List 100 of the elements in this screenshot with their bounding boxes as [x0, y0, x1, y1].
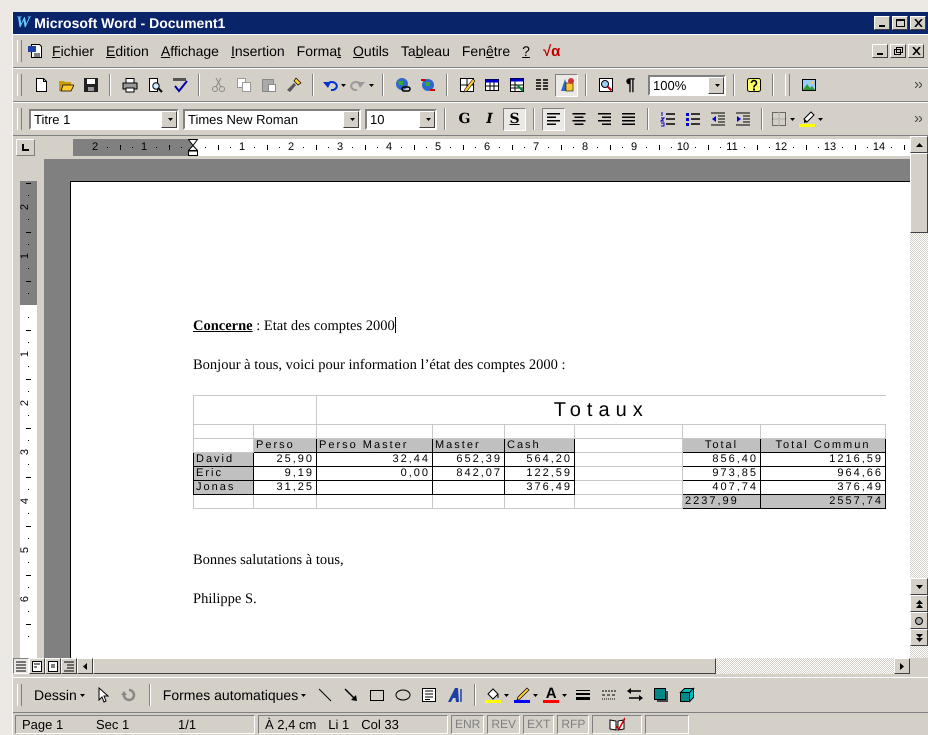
equation-editor-button[interactable]: √α [536, 42, 566, 60]
menu-item[interactable]: Edition [101, 41, 156, 61]
numbered-list-icon[interactable] [660, 111, 676, 127]
help-icon[interactable] [746, 77, 762, 93]
menu-item[interactable]: Tableau [396, 41, 457, 61]
document-page[interactable] [70, 181, 910, 658]
scroll-left-icon[interactable] [83, 662, 87, 670]
globe-link-icon[interactable] [394, 77, 410, 93]
italic-button[interactable]: I [478, 108, 501, 130]
bulleted-list-icon[interactable] [684, 111, 700, 127]
bold-button[interactable]: G [453, 108, 476, 130]
align-left-icon[interactable] [546, 111, 562, 127]
lines-icon[interactable] [16, 660, 26, 672]
restore-button[interactable] [890, 44, 906, 58]
caret-icon[interactable] [80, 694, 85, 696]
outline-view-button[interactable] [61, 658, 77, 674]
page-icon[interactable] [48, 660, 58, 672]
menu-item[interactable]: Outils [348, 41, 396, 61]
ellipse-icon[interactable] [394, 687, 411, 703]
menu-item[interactable]: Fenêtre [456, 41, 518, 61]
restore-icon[interactable] [894, 47, 902, 55]
print-preview-icon[interactable] [146, 77, 162, 93]
shapes-button[interactable] [555, 74, 578, 96]
caret-icon[interactable] [426, 118, 431, 120]
arrow-style-icon[interactable] [626, 687, 643, 703]
font-field[interactable]: Times New Roman [183, 108, 361, 130]
maximize-button[interactable] [892, 16, 908, 30]
caret-icon[interactable] [790, 118, 795, 120]
tab-stop-icon[interactable] [22, 144, 30, 151]
pen-color-icon[interactable] [514, 687, 530, 703]
menu-item[interactable]: Format [292, 41, 348, 61]
arrow-icon[interactable] [342, 687, 359, 703]
close-button[interactable] [908, 44, 924, 58]
vertical-scrollbar[interactable] [910, 136, 928, 658]
decrease-indent-icon[interactable] [710, 111, 726, 127]
justify-icon[interactable] [620, 111, 636, 127]
autoshapes-menu-button[interactable]: Formes automatiques [158, 684, 310, 706]
toolbar-handle[interactable] [785, 74, 790, 96]
zoom-field[interactable]: 100% [648, 74, 726, 96]
caret-icon[interactable] [533, 694, 538, 696]
globe-arrows-icon[interactable] [420, 77, 436, 93]
scroll-down-icon[interactable] [916, 584, 922, 588]
caret-icon[interactable] [818, 118, 823, 120]
scroll-right-icon[interactable] [900, 662, 904, 670]
align-center-icon[interactable] [570, 111, 586, 127]
show-marks-button[interactable]: ¶ [619, 74, 642, 96]
caret-icon[interactable] [504, 694, 510, 696]
cube-icon[interactable] [678, 687, 695, 703]
toolbar-handle[interactable] [17, 40, 22, 62]
caret-icon[interactable] [562, 694, 568, 696]
copy-icon[interactable] [236, 77, 252, 93]
horizontal-scrollbar[interactable] [93, 658, 894, 674]
vertical-ruler[interactable]: 2 1 1 2 3 4 5 6 [20, 181, 37, 658]
close-icon[interactable] [912, 47, 920, 55]
menu-item[interactable]: Affichage [156, 41, 226, 61]
underline-button[interactable]: S [503, 108, 526, 130]
page-icon[interactable] [32, 660, 42, 672]
menu-item[interactable]: ? [517, 41, 537, 61]
line-style-icon[interactable] [574, 687, 591, 703]
overflow-chevron-icon[interactable] [915, 82, 922, 88]
align-left-button[interactable] [542, 108, 565, 130]
scroll-thumb[interactable] [910, 153, 928, 233]
minimize-button[interactable] [874, 16, 890, 30]
outline-icon[interactable] [64, 660, 74, 672]
minimize-button[interactable] [872, 44, 888, 58]
increase-indent-icon[interactable] [734, 111, 750, 127]
document-map-icon[interactable] [598, 77, 614, 93]
overflow-chevron-icon[interactable] [915, 116, 922, 122]
caret-icon[interactable] [341, 84, 346, 86]
toolbar-handle[interactable] [17, 108, 22, 130]
toolbar-handle[interactable] [17, 684, 22, 706]
menu-item[interactable]: Insertion [226, 41, 292, 61]
table-pencil-icon[interactable] [458, 77, 474, 93]
wordart-icon[interactable] [446, 687, 463, 703]
text-box-icon[interactable] [420, 687, 437, 703]
print-view-button[interactable] [45, 658, 61, 674]
caret-icon[interactable] [715, 84, 720, 86]
style-field[interactable]: Titre 1 [29, 108, 179, 130]
caret-icon[interactable] [369, 84, 374, 86]
fill-bucket-icon[interactable] [485, 687, 502, 703]
next-page-icon[interactable] [916, 634, 922, 642]
menu-item[interactable]: Fichier [47, 41, 102, 61]
caret-icon[interactable] [350, 118, 355, 120]
shapes-icon[interactable] [558, 77, 574, 93]
highlighter-icon[interactable] [799, 111, 815, 127]
previous-page-icon[interactable] [916, 600, 922, 608]
tab-selector[interactable] [16, 139, 35, 156]
draw-menu-button[interactable]: Dessin [30, 684, 89, 706]
font-color-button[interactable]: A [542, 684, 568, 706]
picture-icon[interactable] [800, 77, 816, 93]
table-icon[interactable] [484, 77, 500, 93]
shadow-icon[interactable] [652, 687, 669, 703]
font-size-field[interactable]: 10 [365, 108, 437, 130]
caret-icon[interactable] [168, 118, 173, 120]
document-icon[interactable] [27, 43, 43, 59]
web-view-button[interactable] [29, 658, 45, 674]
align-right-icon[interactable] [596, 111, 612, 127]
spreadsheet-icon[interactable] [508, 77, 524, 93]
printer-icon[interactable] [122, 77, 138, 93]
normal-view-button[interactable] [13, 658, 29, 674]
